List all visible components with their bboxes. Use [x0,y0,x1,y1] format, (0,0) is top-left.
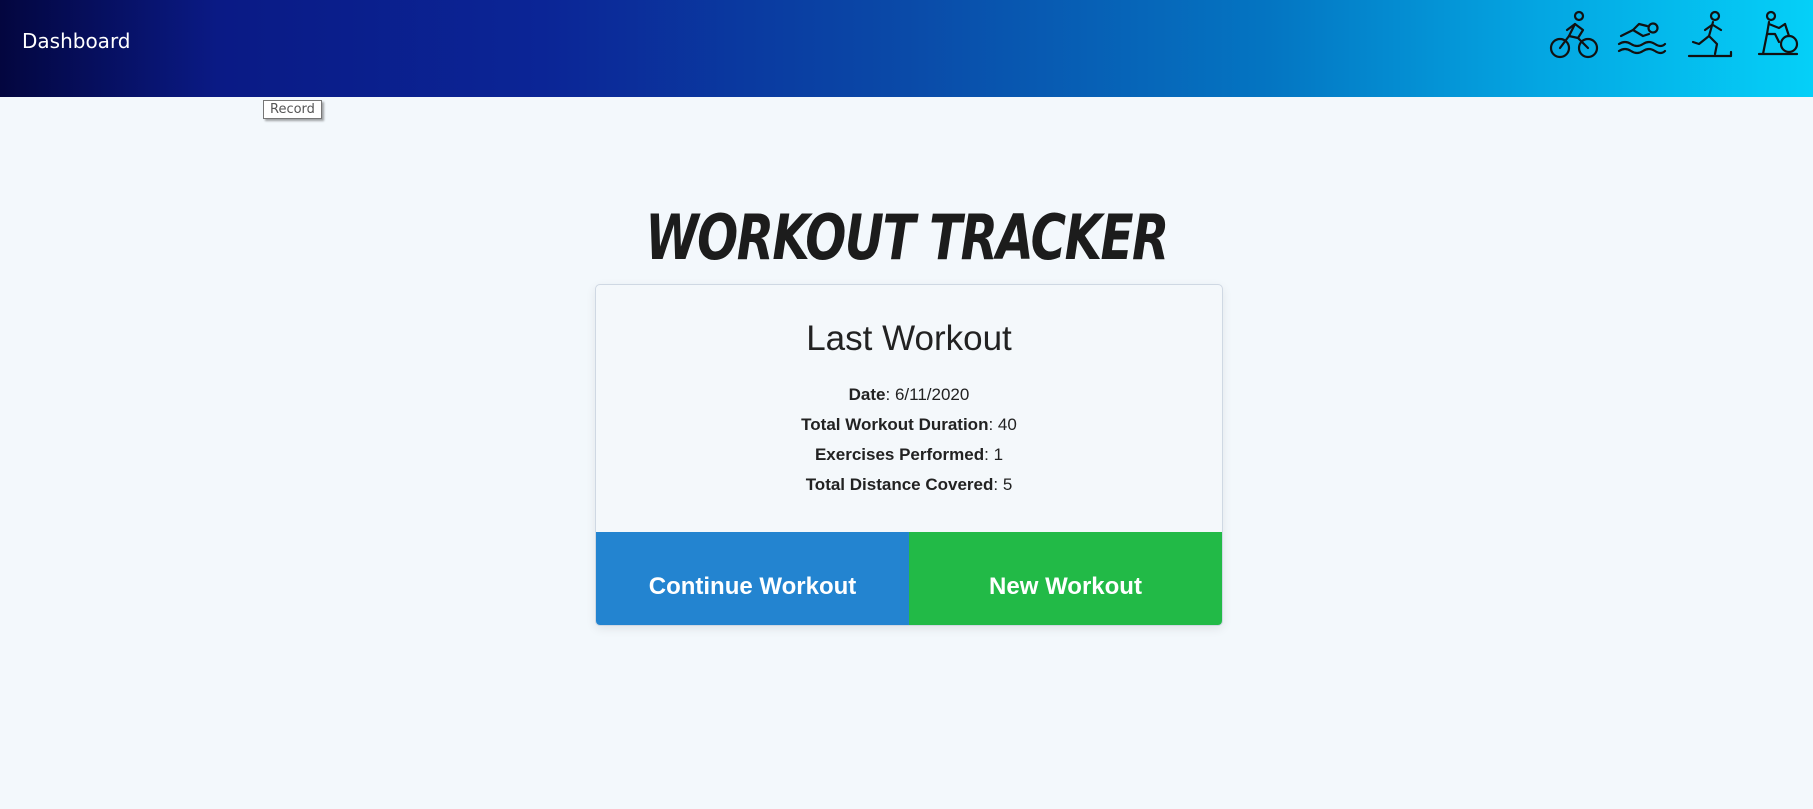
last-workout-card: Last Workout Date: 6/11/2020 Total Worko… [595,284,1223,626]
exercise-bike-icon [1753,8,1803,62]
page-title: Workout Tracker [645,201,1169,274]
stat-distance-label: Total Distance Covered [805,475,994,494]
dashboard-link[interactable]: Dashboard [22,29,131,53]
stat-distance: Total Distance Covered: 5 [805,475,1013,494]
stat-date: Date: 6/11/2020 [848,385,970,404]
stat-exercises-label: Exercises Performed [814,445,985,464]
record-tooltip: Record [263,100,322,119]
cyclist-icon [1549,8,1599,62]
top-navbar: Dashboard [0,0,1813,97]
stat-exercises: Exercises Performed: 1 [814,445,1004,464]
stat-distance-value: 5 [1002,475,1013,494]
swimmer-icon [1617,8,1667,62]
stat-duration-label: Total Workout Duration [801,415,989,434]
new-workout-button[interactable]: New Workout [909,532,1222,625]
stat-duration: Total Workout Duration: 40 [801,415,1017,434]
stat-exercises-value: 1 [993,445,1004,464]
activity-icons [1549,8,1803,62]
stat-date-value: 6/11/2020 [894,385,970,404]
workout-stats: Date: 6/11/2020 Total Workout Duration: … [596,380,1222,500]
continue-workout-button[interactable]: Continue Workout [596,532,909,625]
stat-date-label: Date [848,385,886,404]
stat-duration-value: 40 [997,415,1017,434]
card-title: Last Workout [806,319,1012,358]
runner-icon [1685,8,1735,62]
